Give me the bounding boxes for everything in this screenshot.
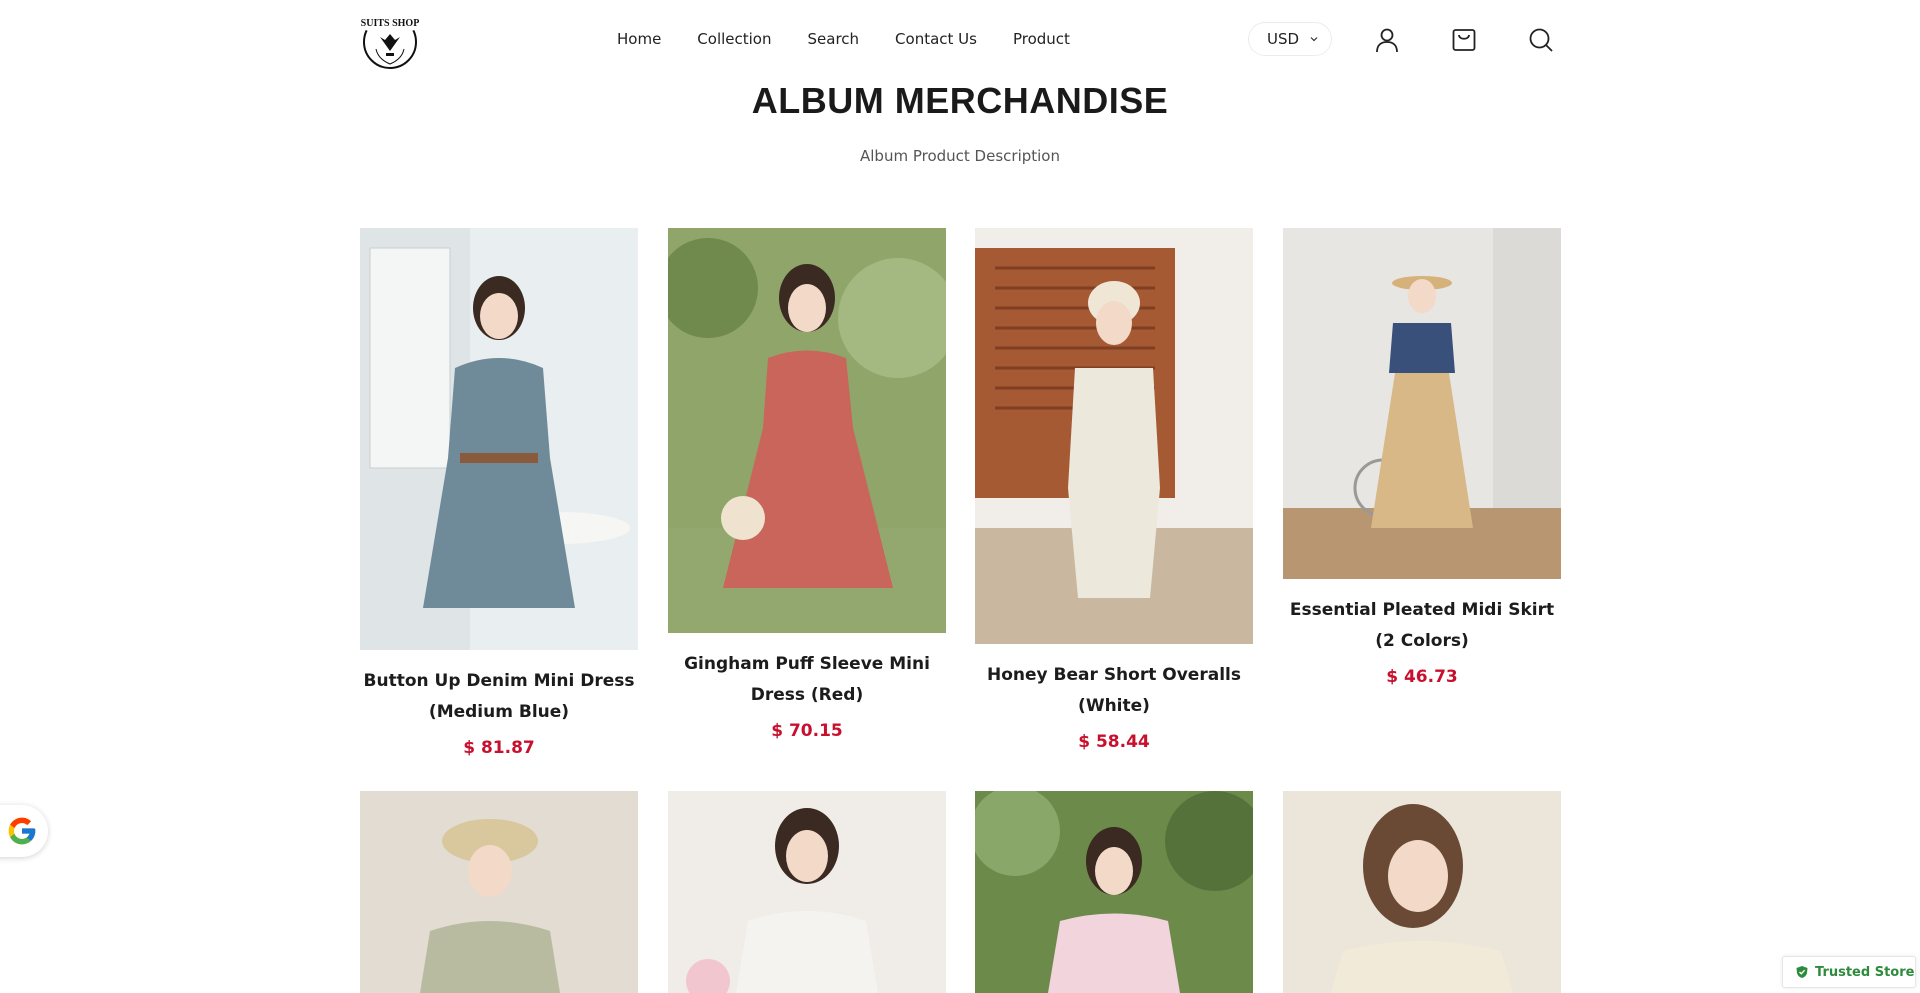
currency-label: USD	[1267, 30, 1300, 48]
chevron-down-icon	[1310, 37, 1318, 42]
page-title: ALBUM MERCHANDISE	[751, 80, 1169, 121]
currency-selector[interactable]: USD	[1248, 22, 1332, 56]
product-image[interactable]	[975, 228, 1253, 644]
trusted-store-badge[interactable]: Trusted Store	[1782, 956, 1916, 988]
user-icon[interactable]	[1373, 26, 1401, 54]
nav-contact-us[interactable]: Contact Us	[895, 29, 977, 49]
trusted-store-label: Trusted Store	[1815, 964, 1915, 980]
site-header: SUITS SHOP Home Collection Search Contac…	[0, 0, 1920, 78]
page-description: Album Product Description	[860, 147, 1060, 165]
product-image[interactable]	[1283, 228, 1561, 579]
main-nav: Home Collection Search Contact Us Produc…	[617, 29, 1106, 49]
product-image[interactable]	[668, 228, 946, 633]
product-price: $ 70.15	[771, 721, 843, 741]
product-image[interactable]	[1283, 791, 1561, 993]
logo-text: SUITS SHOP	[361, 18, 420, 29]
product-image[interactable]	[668, 791, 946, 993]
product-image[interactable]	[975, 791, 1253, 993]
nav-search[interactable]: Search	[808, 29, 860, 49]
search-icon[interactable]	[1527, 26, 1555, 54]
product-name[interactable]: Gingham Puff Sleeve Mini Dress (Red)	[668, 649, 946, 711]
product-name[interactable]: Button Up Denim Mini Dress (Medium Blue)	[360, 666, 638, 728]
nav-product[interactable]: Product	[1013, 29, 1070, 49]
shield-check-icon	[1796, 966, 1808, 978]
product-price: $ 46.73	[1386, 667, 1458, 687]
nav-collection[interactable]: Collection	[697, 29, 771, 49]
product-image[interactable]	[360, 791, 638, 993]
product-name[interactable]: Essential Pleated Midi Skirt (2 Colors)	[1283, 595, 1561, 657]
logo[interactable]: SUITS SHOP	[358, 9, 422, 71]
google-g-icon	[8, 817, 36, 845]
shopping-bag-icon[interactable]	[1450, 26, 1478, 54]
product-price: $ 58.44	[1078, 732, 1150, 752]
nav-home[interactable]: Home	[617, 29, 661, 49]
product-image[interactable]	[360, 228, 638, 650]
google-reviews-badge[interactable]	[0, 805, 48, 857]
product-name[interactable]: Honey Bear Short Overalls (White)	[975, 660, 1253, 722]
product-price: $ 81.87	[463, 738, 535, 758]
